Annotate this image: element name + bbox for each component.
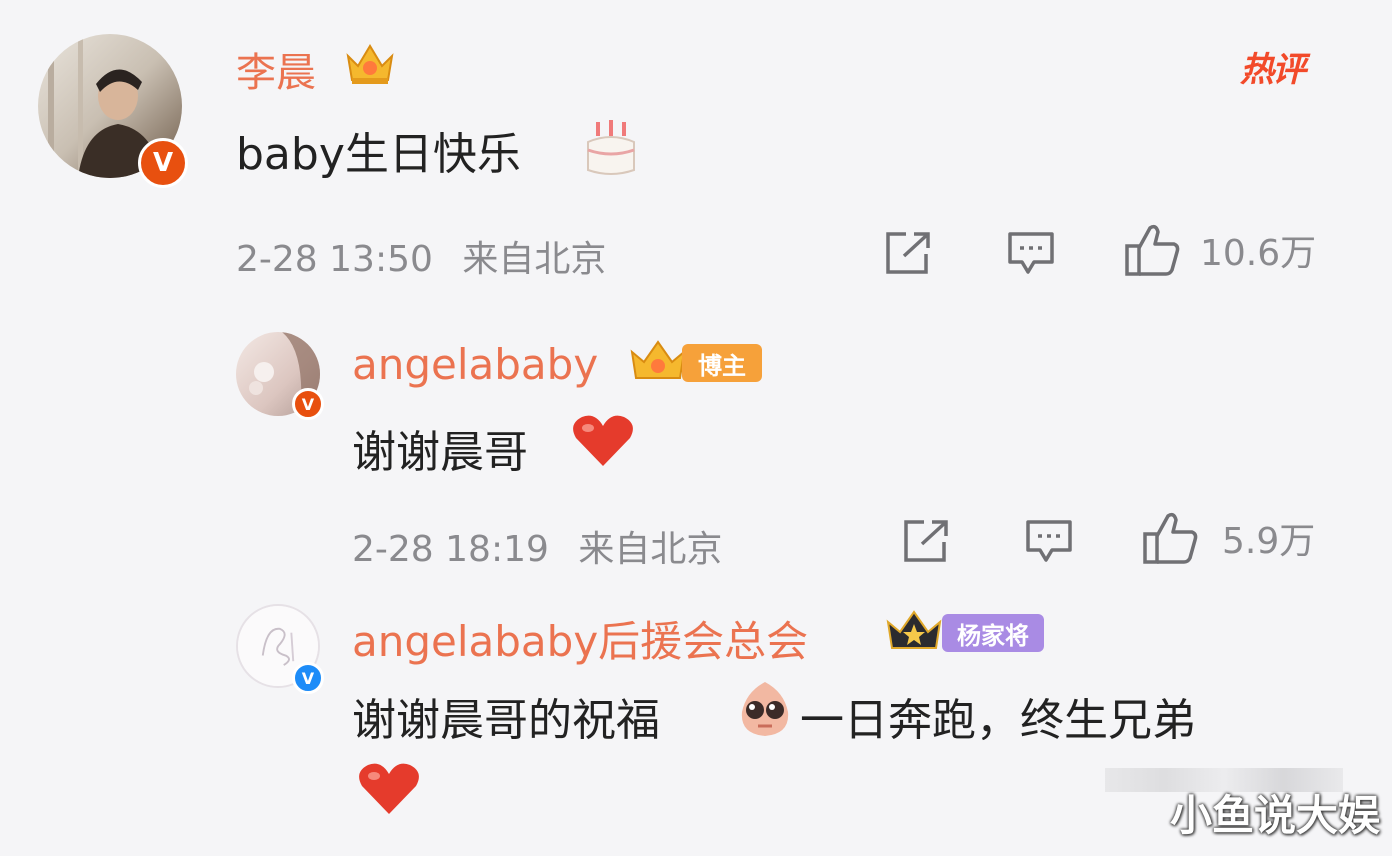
crown-icon [628, 336, 688, 386]
location: 来自北京 [578, 529, 723, 570]
fan-group-tag: 杨家将 [942, 614, 1044, 652]
comment-text-content: 谢谢晨哥 [352, 427, 528, 478]
comment-2: V angelababy 博主 谢谢晨哥 2-28 18:19 来自北京 5.9… [0, 300, 1392, 590]
like-icon [1125, 224, 1180, 276]
comment-text-part1: 谢谢晨哥的祝福 [352, 695, 660, 746]
verified-icon: V [292, 388, 324, 420]
shy-emoji [734, 678, 796, 740]
crown-icon [884, 606, 944, 656]
repost-button[interactable] [884, 230, 934, 276]
comment-button[interactable] [1006, 230, 1056, 276]
comment-text-part2: 一日奔跑，终生兄弟 [800, 695, 1196, 746]
like-count: 5.9万 [1222, 521, 1316, 562]
comment-button[interactable] [1024, 518, 1074, 564]
username[interactable]: 李晨 [236, 40, 316, 98]
blogger-tag: 博主 [682, 344, 762, 382]
heart-emoji [356, 760, 422, 818]
like-button[interactable]: 10.6万 [1124, 222, 1316, 278]
like-button[interactable]: 5.9万 [1142, 510, 1315, 566]
comment-text: baby生日快乐 [236, 118, 521, 182]
timestamp: 2-28 13:50 [236, 239, 433, 280]
repost-button[interactable] [902, 518, 952, 564]
comment-text-content: baby生日快乐 [236, 129, 521, 180]
location: 来自北京 [462, 239, 607, 280]
verified-icon: V [292, 662, 324, 694]
timestamp: 2-28 18:19 [352, 529, 549, 570]
comment-text: 谢谢晨哥 [352, 416, 528, 480]
like-count: 10.6万 [1200, 233, 1317, 274]
comment-1: V 李晨 baby生日快乐 2-28 13:50 来自北京 10.6万 [0, 0, 1392, 300]
username[interactable]: angelababy [352, 340, 598, 389]
comment-meta: 2-28 18:19 来自北京 [352, 520, 722, 572]
comment-meta: 2-28 13:50 来自北京 [236, 230, 606, 282]
cake-emoji [582, 116, 640, 178]
crown-icon [344, 38, 396, 88]
verified-icon: V [138, 138, 188, 188]
comment-icon [1008, 232, 1054, 274]
heart-emoji [570, 412, 636, 470]
repost-icon [886, 232, 930, 274]
repost-icon [904, 520, 948, 562]
comment-icon [1026, 520, 1072, 562]
watermark: 小鱼说大娱 [1170, 791, 1381, 840]
comment-text: 一日奔跑，终生兄弟 [800, 684, 1196, 748]
like-icon [1143, 512, 1198, 564]
comment-text: 谢谢晨哥的祝福 [352, 684, 660, 748]
username[interactable]: angelababy后援会总会 [352, 608, 808, 669]
